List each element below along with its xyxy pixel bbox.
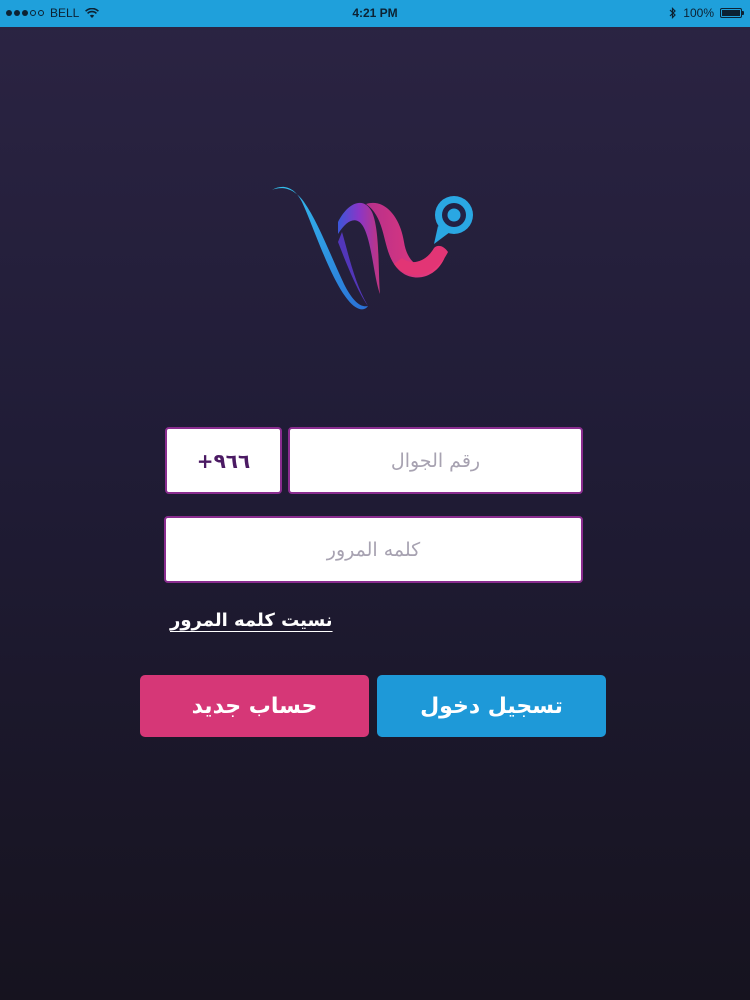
bluetooth-icon [669, 7, 677, 19]
status-time: 4:21 PM [352, 6, 398, 20]
phone-input[interactable] [290, 428, 581, 493]
forgot-password-link[interactable]: نسيت كلمه المرور [170, 610, 333, 631]
battery-icon [720, 8, 744, 18]
battery-fill [722, 10, 740, 16]
app-logo-icon [272, 186, 473, 310]
country-code-label: +٩٦٦ [196, 448, 251, 473]
login-button[interactable]: تسجيل دخول [377, 675, 606, 737]
password-field[interactable] [164, 516, 583, 583]
status-right: 100% [669, 6, 744, 20]
battery-percent: 100% [683, 6, 714, 20]
register-button[interactable]: حساب جديد [140, 675, 369, 737]
status-bar: BELL 4:21 PM 100% [0, 0, 750, 27]
country-code-selector[interactable]: +٩٦٦ [165, 427, 282, 494]
password-input[interactable] [166, 517, 581, 582]
phone-field[interactable] [288, 427, 583, 494]
